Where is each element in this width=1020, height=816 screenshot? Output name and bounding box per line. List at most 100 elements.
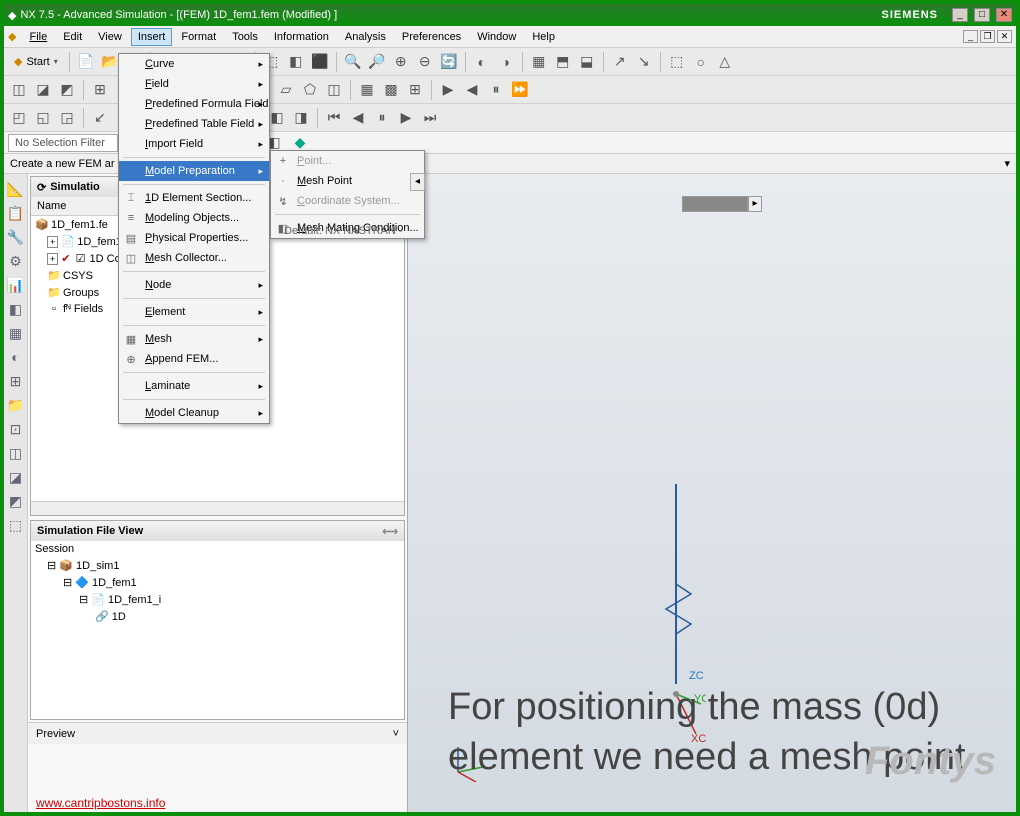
tree-row[interactable]: Session <box>31 541 404 557</box>
menu-help[interactable]: Help <box>525 28 562 46</box>
tool-button[interactable]: ▱ <box>275 79 297 101</box>
menu-item-append-fem-[interactable]: ⊕Append FEM... <box>119 349 269 369</box>
tool-button[interactable]: ◀ <box>461 79 483 101</box>
tool-button[interactable]: ◨ <box>290 107 312 129</box>
footer-url[interactable]: www.cantripbostons.info <box>36 796 165 810</box>
tab-segment[interactable] <box>682 196 748 212</box>
tool-button[interactable]: △ <box>714 51 736 73</box>
tool-button[interactable]: ⊕ <box>390 51 412 73</box>
rail-icon[interactable]: ◫ <box>7 444 25 462</box>
tool-button[interactable]: ◱ <box>32 107 54 129</box>
menu-insert[interactable]: Insert <box>131 28 173 46</box>
minimize-button[interactable]: _ <box>952 8 968 22</box>
tool-button[interactable]: ○ <box>690 51 712 73</box>
close-button[interactable]: ✕ <box>996 8 1012 22</box>
tool-button[interactable]: ↘ <box>633 51 655 73</box>
rail-icon[interactable]: ▦ <box>7 324 25 342</box>
app-menu-icon[interactable]: ◆ <box>8 30 16 43</box>
rail-icon[interactable]: ⚙ <box>7 252 25 270</box>
tool-button[interactable]: ◫ <box>8 79 30 101</box>
tool-button[interactable]: ⏸ <box>485 79 507 101</box>
menu-item-1d-element-section-[interactable]: ⌶1D Element Section... <box>119 188 269 208</box>
tree-row[interactable]: ⊟ 📄 1D_fem1_i <box>31 591 404 608</box>
menu-item-field[interactable]: Field▸ <box>119 74 269 94</box>
menu-tools[interactable]: Tools <box>225 28 265 46</box>
tool-button[interactable]: 🔎 <box>366 51 388 73</box>
menu-item-predefined-formula-field[interactable]: Predefined Formula Field▸ <box>119 94 269 114</box>
prompt-arrow[interactable]: ▾ <box>1004 157 1010 170</box>
rail-icon[interactable]: ⬚ <box>7 516 25 534</box>
rail-icon[interactable]: ◐ <box>7 348 25 366</box>
tool-button[interactable]: ▦ <box>356 79 378 101</box>
rail-icon[interactable]: 📁 <box>7 396 25 414</box>
menu-window[interactable]: Window <box>470 28 523 46</box>
rail-icon[interactable]: 📊 <box>7 276 25 294</box>
fileview-tree[interactable]: Session ⊟ 📦 1D_sim1 ⊟ 🔷 1D_fem1 ⊟ 📄 1D_f… <box>31 541 404 719</box>
menu-item-curve[interactable]: Curve▸ <box>119 54 269 74</box>
tool-button[interactable]: ◧ <box>285 51 307 73</box>
menu-item-model-cleanup[interactable]: Model Cleanup▸ <box>119 403 269 423</box>
tool-button[interactable]: ⏩ <box>509 79 531 101</box>
rail-icon[interactable]: 📋 <box>7 204 25 222</box>
tool-button[interactable]: ◀ <box>347 107 369 129</box>
tool-button[interactable]: ⏭ <box>419 107 441 129</box>
mdi-restore-button[interactable]: ❐ <box>980 30 995 43</box>
submenu-item-mesh-point[interactable]: ·Mesh Point <box>271 171 424 191</box>
tool-button[interactable]: ⊞ <box>89 79 111 101</box>
menu-item-modeling-objects-[interactable]: ≡Modeling Objects... <box>119 208 269 228</box>
tool-button[interactable]: ◩ <box>56 79 78 101</box>
tool-button[interactable]: ⬛ <box>309 51 331 73</box>
menu-item-mesh[interactable]: ▦Mesh▸ <box>119 329 269 349</box>
menu-item-physical-properties-[interactable]: ▤Physical Properties... <box>119 228 269 248</box>
selection-filter-dropdown[interactable]: No Selection Filter <box>8 134 118 152</box>
tool-button[interactable]: ◐ <box>471 51 493 73</box>
tool-button[interactable]: ⬚ <box>666 51 688 73</box>
tool-button[interactable]: ↙ <box>89 107 111 129</box>
tool-button[interactable]: ⬓ <box>576 51 598 73</box>
tab-next-button[interactable]: ▸ <box>748 196 762 212</box>
tool-button[interactable]: ◰ <box>8 107 30 129</box>
insert-menu-dropdown[interactable]: Curve▸Field▸Predefined Formula Field▸Pre… <box>118 53 270 424</box>
rail-icon[interactable]: 📐 <box>7 180 25 198</box>
menu-analysis[interactable]: Analysis <box>338 28 393 46</box>
tool-button[interactable]: ⏮ <box>323 107 345 129</box>
scrollbar[interactable] <box>31 501 404 515</box>
tool-button[interactable]: ▶ <box>437 79 459 101</box>
tool-button[interactable]: ↗ <box>609 51 631 73</box>
menu-item-node[interactable]: Node▸ <box>119 275 269 295</box>
menu-view[interactable]: View <box>91 28 129 46</box>
menu-item-predefined-table-field[interactable]: Predefined Table Field▸ <box>119 114 269 134</box>
menu-edit[interactable]: Edit <box>56 28 89 46</box>
tool-button[interactable]: ⏸ <box>371 107 393 129</box>
viewport[interactable]: ▸ ZC YC XC For positioning the mass (0d)… <box>408 174 1016 812</box>
tool-button[interactable]: ◲ <box>56 107 78 129</box>
tool-button[interactable]: ◫ <box>323 79 345 101</box>
menu-item-laminate[interactable]: Laminate▸ <box>119 376 269 396</box>
tool-button[interactable]: ⊞ <box>404 79 426 101</box>
menu-file[interactable]: File <box>22 28 54 46</box>
tool-button[interactable]: ⬒ <box>552 51 574 73</box>
rail-icon[interactable]: ◧ <box>7 300 25 318</box>
menu-item-mesh-collector-[interactable]: ◫Mesh Collector... <box>119 248 269 268</box>
tool-button[interactable]: ◑ <box>495 51 517 73</box>
pin-icon[interactable]: ⟷ <box>382 525 398 538</box>
rail-icon[interactable]: ◩ <box>7 492 25 510</box>
rail-icon[interactable]: 🔧 <box>7 228 25 246</box>
tool-button[interactable]: ▩ <box>380 79 402 101</box>
tool-button[interactable]: 🔄 <box>438 51 460 73</box>
tool-button[interactable]: ⬠ <box>299 79 321 101</box>
maximize-button[interactable]: □ <box>974 8 990 22</box>
tool-button[interactable]: ◪ <box>32 79 54 101</box>
menu-preferences[interactable]: Preferences <box>395 28 468 46</box>
mdi-minimize-button[interactable]: _ <box>963 30 978 43</box>
tool-button[interactable]: ▶ <box>395 107 417 129</box>
menu-item-element[interactable]: Element▸ <box>119 302 269 322</box>
view-tab-strip[interactable]: ▸ <box>682 196 762 212</box>
tree-row[interactable]: ⊟ 📦 1D_sim1 <box>31 557 404 574</box>
tree-row[interactable]: ⊟ 🔷 1D_fem1 <box>31 574 404 591</box>
tool-button[interactable]: ⊖ <box>414 51 436 73</box>
menu-information[interactable]: Information <box>267 28 336 46</box>
menu-item-import-field[interactable]: Import Field▸ <box>119 134 269 154</box>
start-button[interactable]: ◆ Start ▾ <box>8 53 64 70</box>
tool-button[interactable]: 📄 <box>75 51 97 73</box>
